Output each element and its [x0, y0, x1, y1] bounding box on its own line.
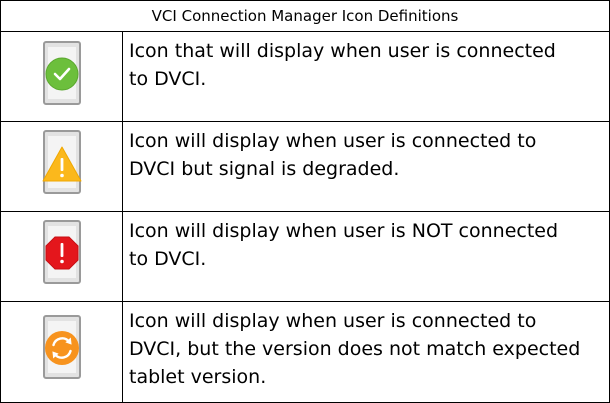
icon-definitions-table: VCI Connection Manager Icon Definitions …: [0, 0, 610, 403]
table-row: Icon will display when user is NOT conne…: [0, 211, 610, 302]
table-title: VCI Connection Manager Icon Definitions: [0, 0, 610, 32]
icon-cell: [0, 301, 123, 403]
description-line: Icon will display when user is connected…: [129, 130, 537, 152]
description-cell: Icon will display when user is connected…: [121, 301, 610, 403]
description-cell: Icon will display when user is connected…: [121, 121, 610, 212]
description-line: DVCI, but the version does not match exp…: [129, 338, 581, 360]
table-row: Icon will display when user is connected…: [0, 301, 610, 403]
description-line: to DVCI.: [129, 248, 207, 270]
description-cell: Icon that will display when user is conn…: [121, 31, 610, 122]
table-header-row: VCI Connection Manager Icon Definitions: [0, 0, 610, 32]
version-mismatch-sync-icon: [39, 314, 85, 380]
table-row: Icon will display when user is connected…: [0, 121, 610, 212]
icon-cell: [0, 121, 123, 212]
not-connected-stop-icon: [39, 219, 85, 285]
icon-cell: [0, 211, 123, 302]
description-line: to DVCI.: [129, 68, 207, 90]
icon-cell: [0, 31, 123, 122]
description-line: Icon that will display when user is conn…: [129, 40, 556, 62]
description-line: Icon will display when user is connected…: [129, 310, 537, 332]
description-cell: Icon will display when user is NOT conne…: [121, 211, 610, 302]
description-line: DVCI but signal is degraded.: [129, 158, 400, 180]
description-line: Icon will display when user is NOT conne…: [129, 220, 559, 242]
degraded-warning-icon: [39, 129, 85, 195]
table-row: Icon that will display when user is conn…: [0, 31, 610, 122]
description-line: tablet version.: [129, 366, 267, 388]
connected-check-icon: [39, 40, 85, 106]
